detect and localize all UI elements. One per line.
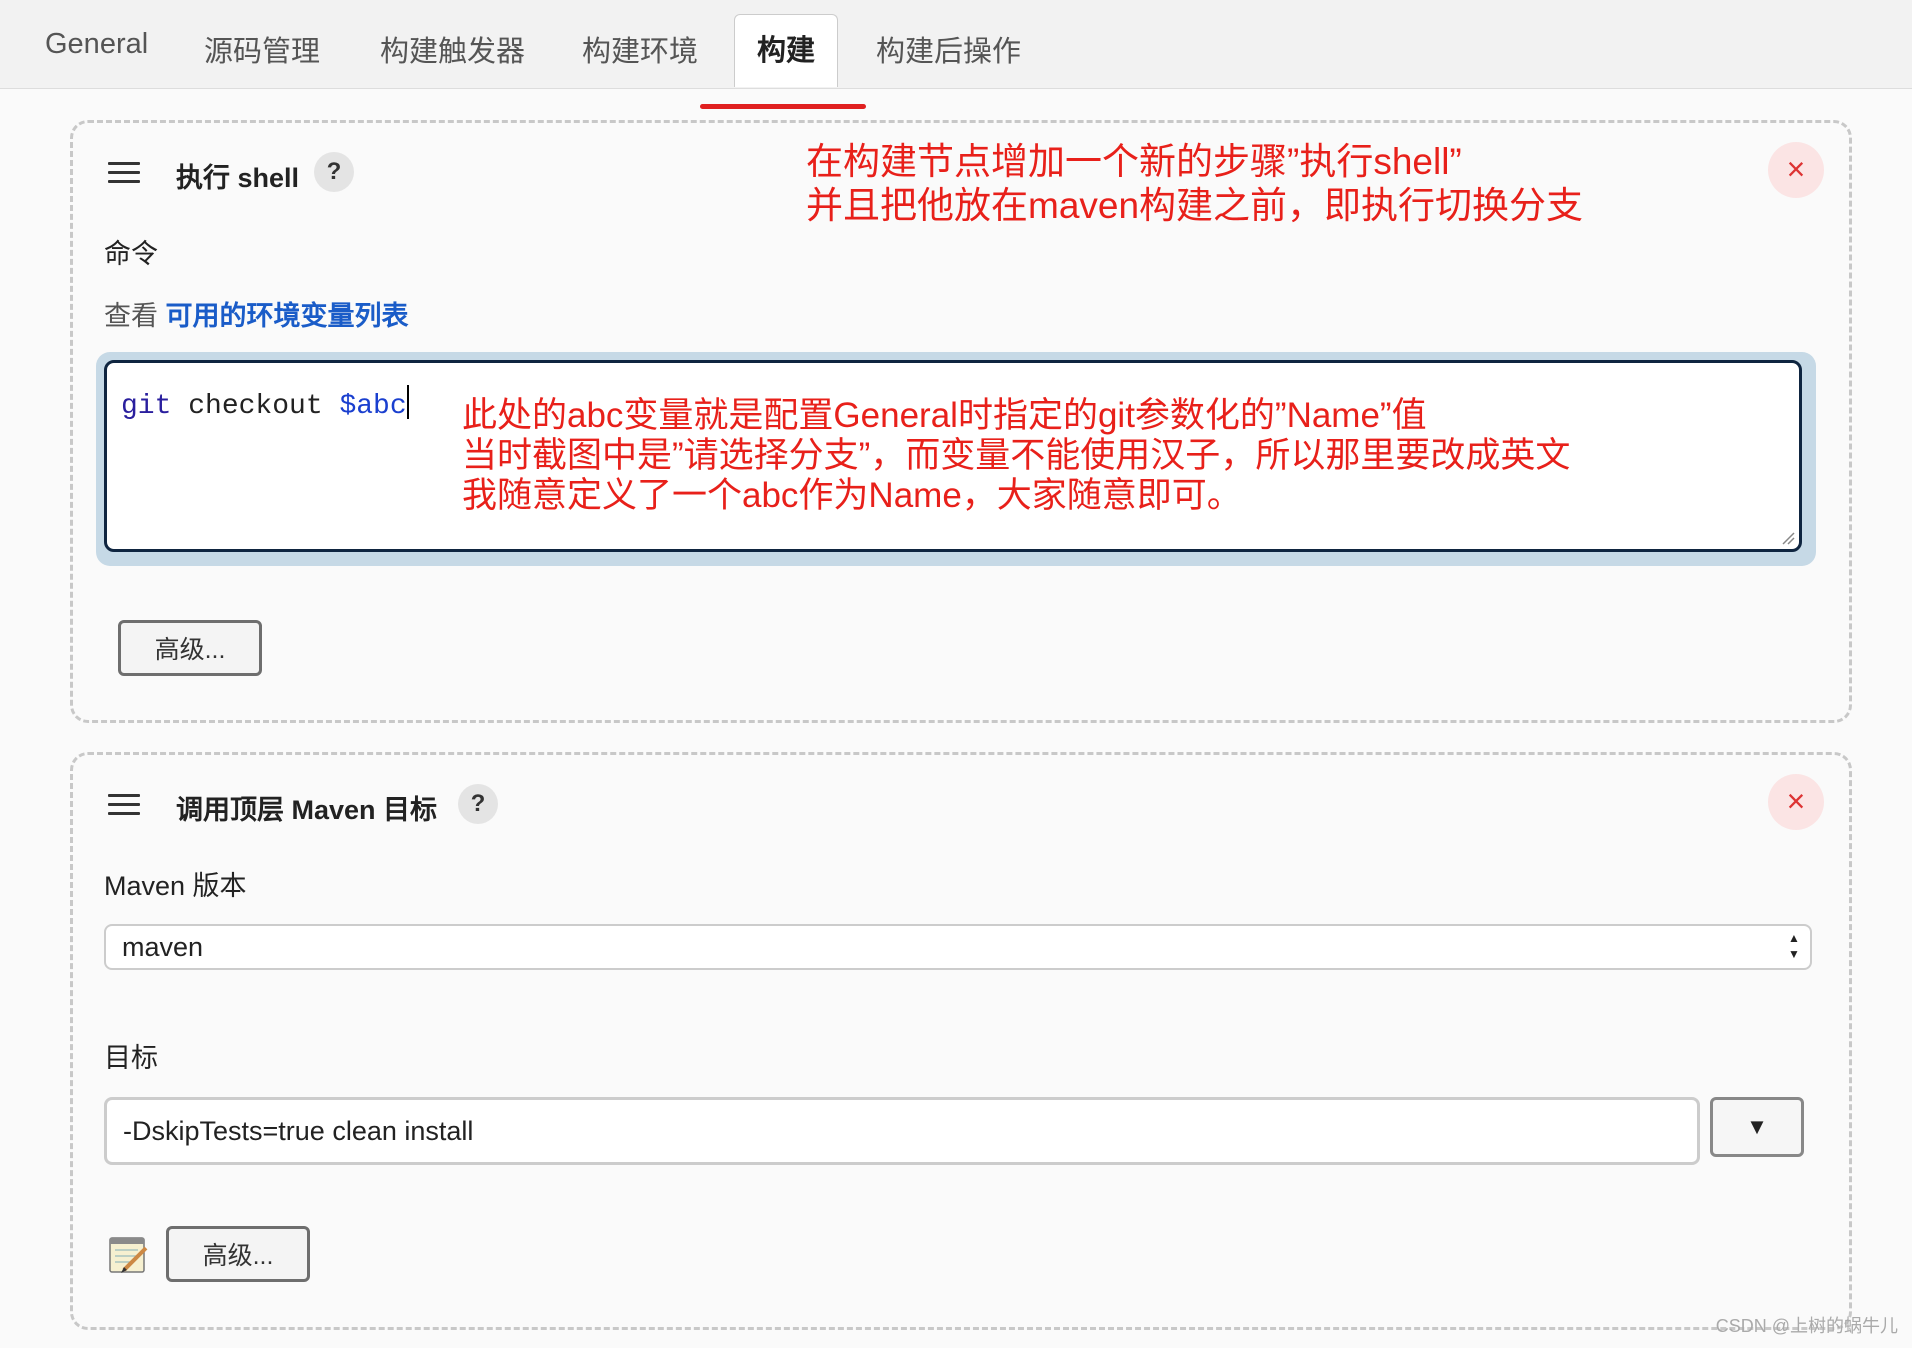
cmd-token-var: $abc: [339, 391, 407, 422]
annotation-cmd-line3: 我随意定义了一个abc作为Name，大家随意即可。: [462, 476, 1242, 515]
notepad-icon[interactable]: [106, 1232, 150, 1276]
config-tab-bar: General 源码管理 构建触发器 构建环境 构建 构建后操作: [0, 0, 1912, 89]
shell-help-icon[interactable]: ?: [314, 152, 354, 192]
annotation-cmd: 此处的abc变量就是配置General时指定的git参数化的”Name”值 当时…: [462, 396, 1570, 516]
tab-build-environment[interactable]: 构建环境: [582, 28, 698, 70]
select-arrows-icon: ▲ ▼: [1788, 931, 1800, 961]
annotation-underline: [700, 104, 866, 109]
annotation-top-line1: 在构建节点增加一个新的步骤”执行shell”: [806, 141, 1462, 182]
tab-post-build[interactable]: 构建后操作: [876, 28, 1021, 70]
shell-step-title: 执行 shell: [176, 163, 300, 193]
drag-handle-icon[interactable]: [108, 794, 140, 815]
maven-version-label: Maven 版本: [104, 871, 247, 901]
annotation-cmd-line2: 当时截图中是”请选择分支”，而变量不能使用汉子，所以那里要改成英文: [462, 436, 1571, 475]
maven-step-title: 调用顶层 Maven 目标: [176, 795, 438, 825]
maven-help-icon[interactable]: ?: [458, 784, 498, 824]
shell-advanced-button[interactable]: 高级...: [118, 620, 262, 676]
maven-version-select[interactable]: maven ▲ ▼: [104, 924, 1812, 970]
command-label: 命令: [104, 239, 158, 269]
command-text: git checkout $abc: [121, 385, 409, 422]
cmd-token-git: git: [121, 391, 172, 422]
goals-expand-button[interactable]: ▼: [1710, 1097, 1804, 1157]
annotation-cmd-line1: 此处的abc变量就是配置General时指定的git参数化的”Name”值: [462, 396, 1427, 435]
goals-value: -DskipTests=true clean install: [123, 1116, 474, 1146]
resize-grip-icon[interactable]: [1781, 531, 1795, 545]
maven-step-panel: [70, 752, 1852, 1330]
watermark: CSDN @上树的蜗牛儿: [1715, 1316, 1898, 1336]
goals-input[interactable]: -DskipTests=true clean install: [104, 1097, 1700, 1165]
env-vars-note: 查看 可用的环境变量列表: [104, 294, 409, 333]
env-vars-prefix: 查看: [104, 301, 158, 331]
env-vars-link[interactable]: 可用的环境变量列表: [166, 301, 409, 331]
drag-handle-icon[interactable]: [108, 162, 140, 183]
annotation-top-line2: 并且把他放在maven构建之前，即执行切换分支: [806, 185, 1584, 226]
tab-general[interactable]: General: [45, 28, 148, 61]
maven-advanced-button[interactable]: 高级...: [166, 1226, 310, 1282]
annotation-top: 在构建节点增加一个新的步骤”执行shell” 并且把他放在maven构建之前，即…: [806, 140, 1583, 228]
chevron-down-icon: ▼: [1746, 1114, 1768, 1139]
shell-close-icon[interactable]: ×: [1768, 142, 1824, 198]
tab-build[interactable]: 构建: [734, 14, 839, 87]
tab-source-management[interactable]: 源码管理: [204, 28, 320, 70]
goals-label: 目标: [104, 1043, 158, 1073]
maven-close-icon[interactable]: ×: [1768, 774, 1824, 830]
tab-build-triggers[interactable]: 构建触发器: [380, 28, 525, 70]
cmd-token-checkout: checkout: [171, 391, 340, 422]
maven-version-value: maven: [122, 932, 204, 962]
text-caret: [406, 385, 409, 419]
